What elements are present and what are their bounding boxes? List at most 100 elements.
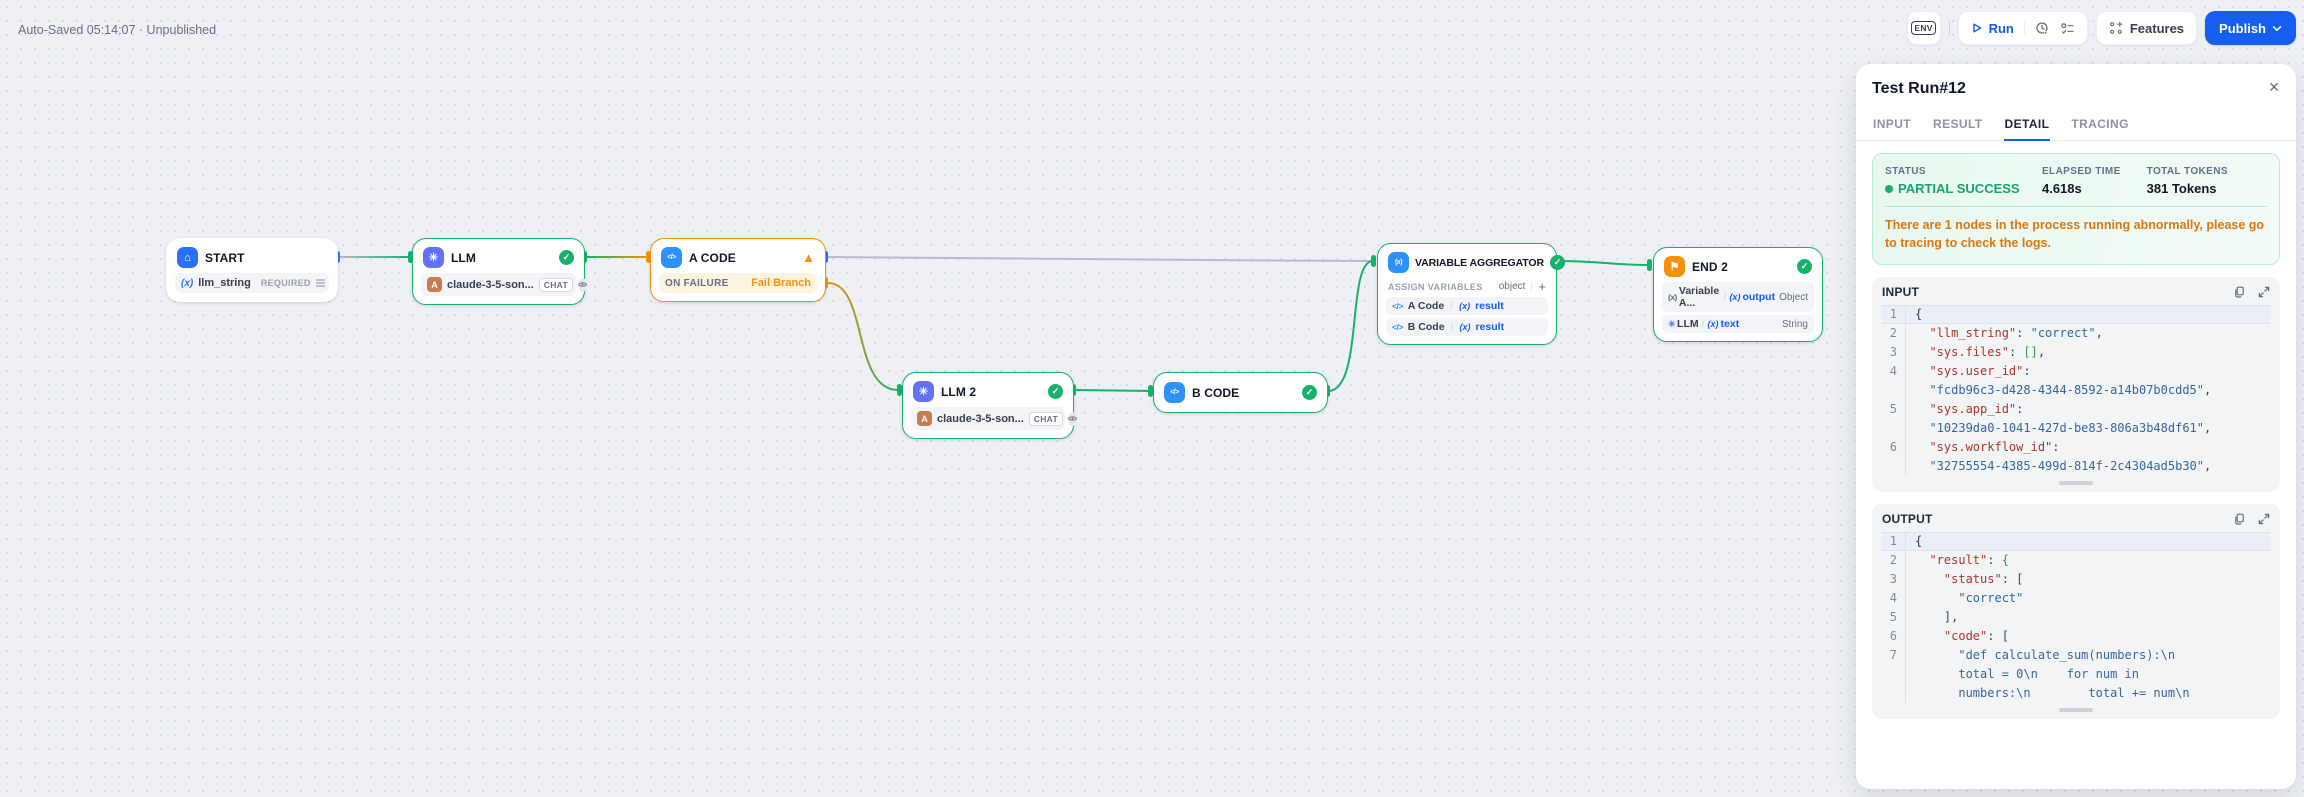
expand-icon[interactable] (2258, 513, 2270, 526)
add-variable-icon[interactable]: + (1538, 280, 1546, 293)
code-line: 2 "llm_string": "correct", (1882, 324, 2270, 344)
variable-aggregator-icon: (x) (1388, 252, 1409, 273)
home-icon: ⌂ (177, 247, 198, 268)
success-check-icon: ✓ (1549, 255, 1565, 270)
autosave-status: Auto-Saved 05:14:07 · Unpublished (18, 23, 217, 37)
code-icon: </> (661, 247, 682, 268)
variable-icon: (x) (1459, 301, 1471, 311)
source-node: Variable A... (1678, 285, 1720, 309)
checklist-icon[interactable] (2060, 21, 2075, 36)
copy-icon[interactable] (2233, 286, 2246, 299)
warning-icon: ▲ (802, 250, 815, 265)
node-b-code[interactable]: </> B CODE ✓ (1153, 372, 1328, 413)
status-dot (1885, 184, 1893, 193)
llm-model-row[interactable]: A claude-3-5-son... CHAT (911, 407, 1077, 430)
success-check-icon: ✓ (1302, 385, 1317, 400)
node-end-2[interactable]: ⚑ END 2 ✓ (x) Variable A... / (x) output… (1653, 247, 1823, 342)
code-line: 2 "result": { (1882, 551, 2270, 571)
panel-title: Test Run#12 (1872, 80, 1966, 97)
start-variable-row[interactable]: (x) llm_string REQUIRED (175, 273, 329, 293)
assign-variables-label: ASSIGN VARIABLES (1388, 281, 1483, 292)
llm-model-row[interactable]: A claude-3-5-son... CHAT (421, 273, 587, 296)
tab-detail[interactable]: DETAIL (2003, 108, 2051, 141)
features-label: Features (2129, 20, 2185, 36)
code-line: 3 "status": [ (1882, 570, 2270, 590)
chat-badge: CHAT (1028, 411, 1063, 426)
status-value: PARTIAL SUCCESS (1885, 181, 2042, 196)
on-failure-label: ON FAILURE (665, 277, 729, 289)
variable-type: Object (1779, 291, 1808, 303)
resize-handle[interactable] (2059, 481, 2093, 486)
status-card: STATUS PARTIAL SUCCESS ELAPSED TIME 4.61… (1872, 153, 2280, 266)
abnormal-nodes-warning: There are 1 nodes in the process running… (1885, 218, 2265, 251)
model-name: claude-3-5-son... (937, 412, 1024, 425)
fail-branch-row[interactable]: ON FAILURE Fail Branch (659, 273, 817, 293)
aggregator-row[interactable]: </> B Code / (x) result (1386, 318, 1548, 336)
variable-type: String (1781, 318, 1808, 330)
code-line: 6 "sys.workflow_id": (1882, 438, 2270, 458)
required-label: REQUIRED (260, 278, 311, 288)
node-title: A CODE (689, 250, 736, 265)
tab-tracing[interactable]: TRACING (2070, 108, 2129, 141)
copy-icon[interactable] (2233, 513, 2246, 526)
eye-icon[interactable] (1067, 411, 1077, 426)
resize-handle[interactable] (2059, 708, 2093, 713)
aggregator-row[interactable]: </> A Code / (x) result (1386, 297, 1548, 315)
anthropic-icon: A (427, 277, 442, 292)
run-group-divider (2023, 21, 2025, 35)
code-line: 6 "code": [ (1882, 627, 2270, 647)
code-icon: </> (1164, 382, 1185, 403)
variable-icon: (x) (1707, 319, 1719, 329)
code-line: 1{ (1882, 532, 2270, 552)
chat-badge: CHAT (538, 277, 573, 292)
publish-button[interactable]: Publish (2205, 11, 2296, 45)
aggregator-type: object (1498, 281, 1526, 292)
end-output-row[interactable]: (x) Variable A... / (x) output Object (1662, 282, 1814, 312)
tab-input[interactable]: INPUT (1872, 108, 1912, 141)
elapsed-time-label: ELAPSED TIME (2041, 166, 2121, 177)
env-icon: ENV (1911, 21, 1936, 35)
code-line: numbers:\n total += num\n (1882, 684, 2270, 704)
variable-mini-icon: (x) (1668, 292, 1677, 302)
features-button[interactable]: Features (2095, 11, 2198, 45)
code-line: 5 ], (1882, 608, 2270, 628)
output-code-card: OUTPUT 1{2 "result": {3 "status": [4 "co… (1872, 504, 2280, 720)
status-label: STATUS (1885, 166, 1926, 177)
node-variable-aggregator[interactable]: (x) VARIABLE AGGREGATOR ✓ ASSIGN VARIABL… (1377, 243, 1565, 345)
close-icon[interactable]: ✕ (2268, 80, 2280, 94)
code-line: 7 "def calculate_sum(numbers):\n (1882, 646, 2270, 666)
node-title: LLM 2 (941, 384, 977, 399)
variable-name: output (1742, 291, 1776, 303)
llm-icon: ✳ (423, 247, 444, 268)
node-a-code[interactable]: </> A CODE ▲ ON FAILURE Fail Branch (650, 238, 826, 302)
source-node: LLM (1677, 318, 1699, 330)
variable-icon: (x) (1459, 322, 1471, 332)
total-tokens-label: TOTAL TOKENS (2146, 166, 2228, 177)
llm-icon: ✳ (913, 381, 934, 402)
run-button[interactable]: Run (1971, 21, 2014, 36)
code-line: "32755554-4385-499d-814f-2c4304ad5b30", (1882, 457, 2270, 477)
env-button[interactable]: ENV (1906, 11, 1941, 45)
node-llm[interactable]: ✳ LLM ✓ A claude-3-5-son... CHAT (412, 238, 587, 305)
node-llm-2[interactable]: ✳ LLM 2 ✓ A claude-3-5-son... CHAT (902, 372, 1077, 439)
eye-icon[interactable] (577, 277, 587, 292)
toolbar: ENV Run Features Publish (1906, 11, 2296, 45)
toolbar-divider (1948, 21, 1950, 35)
node-start[interactable]: ⌂ START (x) llm_string REQUIRED (166, 238, 338, 302)
end-output-row[interactable]: ✳ LLM / (x) text String (1662, 315, 1814, 333)
node-title: LLM (451, 250, 476, 265)
code-mini-icon: </> (1392, 322, 1403, 332)
panel-content[interactable]: STATUS PARTIAL SUCCESS ELAPSED TIME 4.61… (1856, 141, 2296, 788)
success-check-icon: ✓ (1048, 384, 1063, 399)
anthropic-icon: A (917, 411, 932, 426)
expand-icon[interactable] (2258, 286, 2270, 299)
input-code-card: INPUT 1{2 "llm_string": "correct", 3 "sys… (1872, 277, 2280, 493)
variable-icon: (x) (1729, 292, 1741, 302)
run-history-icon[interactable] (2035, 21, 2050, 36)
llm-mini-icon: ✳ (1668, 318, 1676, 329)
tab-result[interactable]: RESULT (1932, 108, 1984, 141)
output-block-title: OUTPUT (1882, 512, 1933, 527)
model-name: claude-3-5-son... (447, 278, 534, 291)
code-line: "fcdb96c3-d428-4344-8592-a14b07b0cdd5", (1882, 381, 2270, 401)
success-check-icon: ✓ (1797, 259, 1812, 274)
